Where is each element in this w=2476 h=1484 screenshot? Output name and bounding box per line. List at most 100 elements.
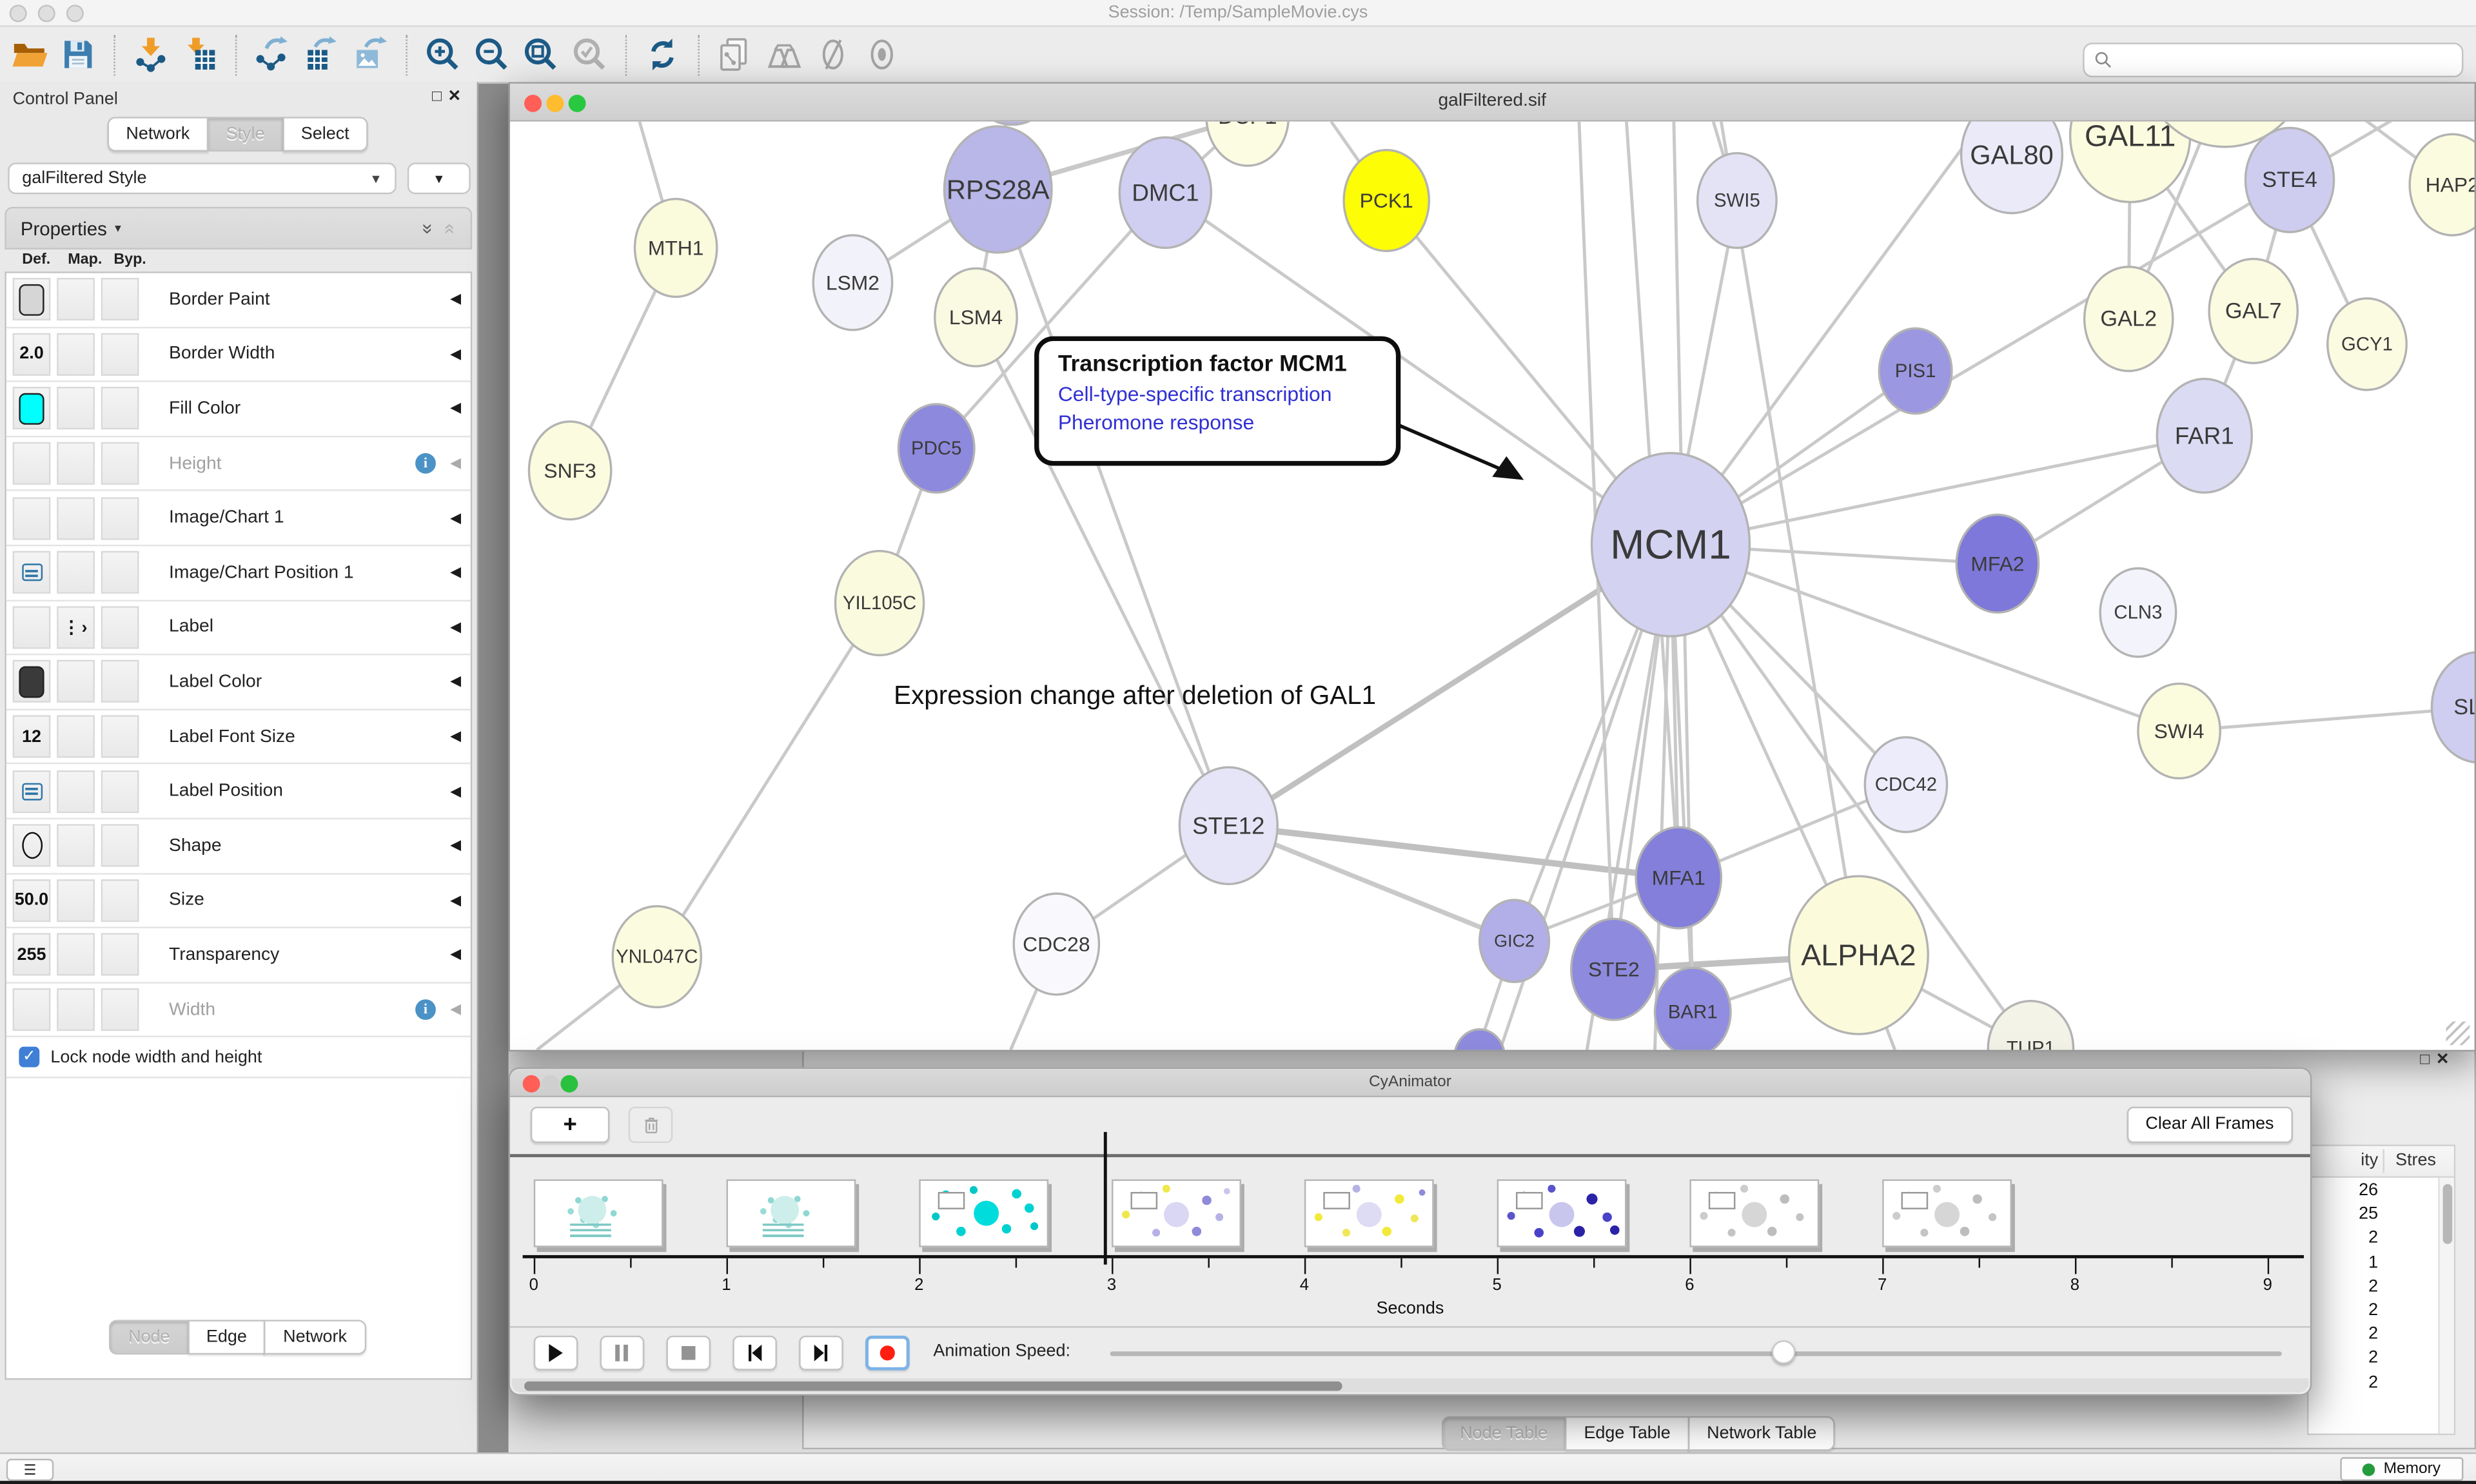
collapse-row-icon[interactable]: ◀ [450, 837, 461, 855]
skip-end-button[interactable] [799, 1336, 843, 1371]
property-row-image-chart-1[interactable]: Image/Chart 1◀ [6, 492, 471, 547]
bypass-cell[interactable] [101, 442, 139, 485]
float-panel-icon[interactable]: □ [432, 88, 448, 106]
mapping-cell[interactable] [57, 716, 95, 758]
bypass-cell[interactable] [101, 278, 139, 321]
skip-start-button[interactable] [732, 1336, 777, 1371]
collapse-row-icon[interactable]: ◀ [450, 346, 461, 363]
cyanimator-title-bar[interactable]: CyAnimator [510, 1069, 2310, 1097]
lock-checkbox[interactable]: ✓ [19, 1047, 39, 1068]
frame-thumbnail-6[interactable] [1689, 1179, 1819, 1247]
style-options-button[interactable]: ▼ [408, 162, 471, 194]
collapse-row-icon[interactable]: ◀ [450, 619, 461, 636]
default-value-cell[interactable]: 255 [13, 933, 51, 976]
default-value-cell[interactable]: 50.0 [13, 879, 51, 922]
default-value-cell[interactable] [13, 825, 51, 867]
table-column-header[interactable]: ity [2308, 1151, 2378, 1169]
mapping-cell[interactable] [57, 278, 95, 321]
table-column-header[interactable]: Stres [2395, 1151, 2436, 1169]
table-scrollbar[interactable] [2438, 1178, 2453, 1434]
property-row-transparency[interactable]: 255Transparency◀ [6, 928, 471, 983]
property-row-label-font-size[interactable]: 12Label Font Size◀ [6, 710, 471, 765]
close-panel-icon[interactable]: ✕ [2436, 1051, 2455, 1069]
apply-preferred-layout-icon[interactable] [638, 31, 687, 78]
network-node[interactable] [1455, 1030, 1505, 1050]
table-cell[interactable]: 25 [2308, 1205, 2378, 1229]
collapse-row-icon[interactable]: ◀ [450, 400, 461, 418]
mapping-cell[interactable]: ⋮› [57, 606, 95, 649]
memory-button[interactable]: Memory [2340, 1457, 2463, 1481]
property-row-label-color[interactable]: Label Color◀ [6, 656, 471, 710]
mapping-cell[interactable] [57, 988, 95, 1031]
bypass-cell[interactable] [101, 333, 139, 375]
playhead[interactable] [1104, 1132, 1106, 1265]
property-row-label-position[interactable]: Label Position◀ [6, 765, 471, 819]
expand-all-icon[interactable]: » [417, 223, 438, 233]
tab-network[interactable]: Network [107, 117, 209, 151]
tab-network-table[interactable]: Network Table [1688, 1416, 1836, 1451]
collapse-row-icon[interactable]: ◀ [450, 673, 461, 690]
table-cell[interactable]: 26 [2308, 1181, 2378, 1205]
zoom-out-icon[interactable] [467, 31, 516, 78]
float-panel-icon[interactable]: □ [2420, 1051, 2436, 1069]
zoom-fit-icon[interactable] [516, 31, 565, 78]
search-input[interactable] [2119, 50, 2462, 69]
collapse-row-icon[interactable]: ◀ [450, 564, 461, 581]
default-value-cell[interactable]: 12 [13, 716, 51, 758]
mapping-cell[interactable] [57, 661, 95, 703]
tab-style[interactable]: Style [207, 117, 284, 151]
default-value-cell[interactable] [13, 278, 51, 321]
default-value-cell[interactable] [13, 551, 51, 594]
frame-thumbnail-4[interactable] [1304, 1179, 1434, 1247]
collapse-row-icon[interactable]: ◀ [450, 509, 461, 527]
property-row-image-chart-position-1[interactable]: Image/Chart Position 1◀ [6, 546, 471, 601]
open-session-icon[interactable] [5, 31, 54, 78]
export-table-icon[interactable] [297, 31, 346, 78]
properties-header[interactable]: Properties▾ » « [5, 207, 472, 249]
bypass-cell[interactable] [101, 606, 139, 649]
lock-size-row[interactable]: ✓Lock node width and height [6, 1038, 471, 1079]
table-cell[interactable]: 1 [2308, 1253, 2378, 1276]
table-cell[interactable]: 2 [2308, 1301, 2378, 1325]
table-cell[interactable]: 2 [2308, 1349, 2378, 1372]
property-row-border-paint[interactable]: Border Paint◀ [6, 273, 471, 328]
property-row-size[interactable]: 50.0Size◀ [6, 874, 471, 929]
search-field[interactable] [2083, 43, 2463, 77]
info-icon[interactable]: i [415, 453, 436, 474]
annotation-box[interactable]: Transcription factor MCM1 Cell-type-spec… [1034, 337, 1400, 466]
record-button[interactable] [865, 1336, 910, 1371]
mapping-cell[interactable] [57, 333, 95, 375]
mapping-cell[interactable] [57, 770, 95, 812]
collapse-row-icon[interactable]: ◀ [450, 783, 461, 800]
export-network-icon[interactable] [248, 31, 297, 78]
default-value-cell[interactable] [13, 661, 51, 703]
mapping-cell[interactable] [57, 497, 95, 540]
table-cell[interactable]: 2 [2308, 1229, 2378, 1253]
resize-grip[interactable] [2446, 1021, 2470, 1045]
slider-thumb[interactable] [1772, 1340, 1796, 1364]
bypass-cell[interactable] [101, 825, 139, 867]
export-image-icon[interactable] [346, 31, 395, 78]
import-table-icon[interactable] [175, 31, 224, 78]
bypass-cell[interactable] [101, 770, 139, 812]
mapping-cell[interactable] [57, 933, 95, 976]
property-row-width[interactable]: Widthi◀ [6, 983, 471, 1038]
frame-thumbnail-2[interactable] [919, 1179, 1048, 1247]
animation-speed-slider[interactable] [1110, 1351, 2282, 1356]
frame-thumbnail-5[interactable] [1497, 1179, 1627, 1247]
frame-thumbnail-0[interactable] [534, 1179, 663, 1247]
collapse-row-icon[interactable]: ◀ [450, 946, 461, 964]
collapse-row-icon[interactable]: ◀ [450, 454, 461, 472]
table-cell[interactable]: 2 [2308, 1325, 2378, 1349]
default-value-cell[interactable] [13, 387, 51, 430]
frame-thumbnail-3[interactable] [1112, 1179, 1241, 1247]
mapping-cell[interactable] [57, 551, 95, 594]
collapse-row-icon[interactable]: ◀ [450, 728, 461, 745]
property-row-border-width[interactable]: 2.0Border Width◀ [6, 327, 471, 382]
collapse-row-icon[interactable]: ◀ [450, 1001, 461, 1019]
frame-thumbnail-7[interactable] [1882, 1179, 2012, 1247]
property-row-height[interactable]: Heighti◀ [6, 437, 471, 492]
bypass-cell[interactable] [101, 879, 139, 922]
table-cell[interactable]: 2 [2308, 1372, 2378, 1396]
add-frame-button[interactable]: + [531, 1107, 609, 1143]
